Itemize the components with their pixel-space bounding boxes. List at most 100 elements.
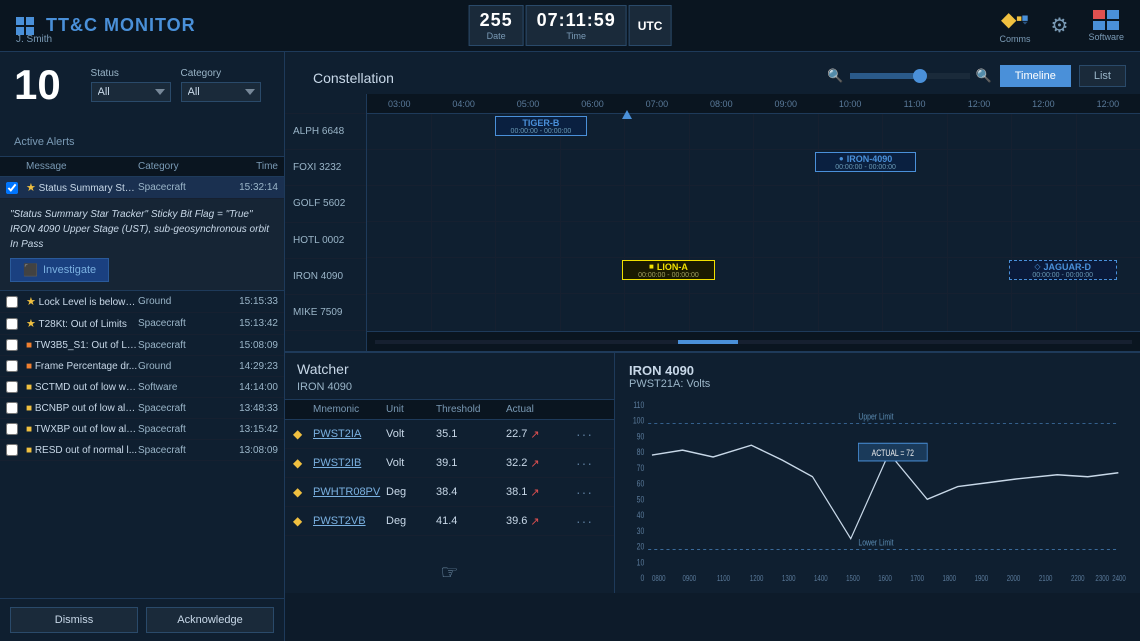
alert-category: Spacecraft — [138, 340, 218, 351]
table-row[interactable]: ■ BCNBP out of low ala... Spacecraft 13:… — [0, 398, 284, 419]
investigate-button[interactable]: ⬛ Investigate — [10, 258, 109, 282]
zoom-out-icon[interactable]: 🔍 — [827, 68, 843, 84]
bottom-panels: Watcher IRON 4090 Mnemonic Unit Threshol… — [285, 352, 1140, 593]
right-panel: Constellation 🔍 🔍 Timeline List — [285, 52, 1140, 641]
acknowledge-button[interactable]: Acknowledge — [146, 607, 274, 633]
alert-category: Spacecraft — [138, 318, 218, 329]
chart-tooltip-text: ACTUAL = 72 — [872, 448, 914, 458]
alert-checkbox[interactable] — [6, 444, 18, 456]
list-item[interactable]: ◆ PWHTR08PV Deg 38.4 38.1↗ ··· — [285, 478, 614, 507]
mnemonic-link[interactable]: PWST2VB — [313, 515, 386, 527]
alert-checkbox[interactable] — [6, 296, 18, 308]
y-label: 40 — [637, 510, 645, 520]
watcher-title: Watcher — [285, 353, 614, 381]
square-icon: ■ — [26, 361, 32, 372]
zoom-slider[interactable] — [850, 73, 970, 79]
chart-panel: IRON 4090 PWST21A: Volts 110 100 90 80 7… — [615, 353, 1140, 593]
timeline-view-button[interactable]: Timeline — [1000, 65, 1071, 87]
zoom-in-icon[interactable]: 🔍 — [976, 68, 992, 84]
more-options-button[interactable]: ··· — [576, 455, 606, 471]
mnemonic-header: Mnemonic — [313, 404, 386, 415]
unit-value: Volt — [386, 428, 436, 440]
dismiss-button[interactable]: Dismiss — [10, 607, 138, 633]
x-label: 0900 — [683, 575, 697, 583]
tick: 12:00 — [1076, 94, 1140, 113]
alert-message: ★ Status Summary Star... — [26, 181, 138, 194]
gear-icon-item[interactable]: ⚙ — [1051, 13, 1069, 38]
table-row[interactable]: ★ T28Kt: Out of Limits Spacecraft 15:13:… — [0, 313, 284, 335]
x-label: 1400 — [814, 575, 828, 583]
alert-time: 15:15:33 — [218, 296, 278, 307]
alert-checkbox[interactable] — [6, 423, 18, 435]
table-row[interactable]: ■ SCTMD out of low wa... Software 14:14:… — [0, 377, 284, 398]
list-item[interactable]: ◆ PWST2VB Deg 41.4 39.6↗ ··· — [285, 507, 614, 536]
table-row[interactable]: ★ Lock Level is below li... Ground 15:15… — [0, 291, 284, 313]
list-item[interactable]: ◆ PWST2IB Volt 39.1 32.2↗ ··· — [285, 449, 614, 478]
tick: 12:00 — [947, 94, 1011, 113]
table-row[interactable]: ★ Status Summary Star... Spacecraft 15:3… — [0, 177, 284, 199]
date-value: 255 — [480, 10, 513, 31]
alert-checkbox[interactable] — [6, 339, 18, 351]
alert-category: Ground — [138, 296, 218, 307]
alerts-count: 10 — [14, 64, 75, 106]
timeline-item[interactable]: ■ LION-A 00:00:00 - 00:00:00 — [622, 260, 715, 280]
watcher-footer: ☞ — [285, 552, 614, 593]
category-filter-select[interactable]: All Ground Spacecraft Software — [181, 82, 261, 102]
table-row[interactable]: ■ TW3B5_S1: Out of Lim... Spacecraft 15:… — [0, 335, 284, 356]
y-label: 20 — [637, 542, 645, 552]
watcher-table-header: Mnemonic Unit Threshold Actual — [285, 400, 614, 420]
unit-header: Unit — [386, 404, 436, 415]
timeline-item[interactable]: ● IRON-4090 00:00:00 - 00:00:00 — [815, 152, 915, 172]
star-icon: ★ — [26, 182, 36, 194]
trend-up-icon: ↗ — [530, 428, 539, 441]
table-row[interactable]: ■ RESD out of normal l... Spacecraft 13:… — [0, 440, 284, 461]
mnemonic-link[interactable]: PWST2IA — [313, 428, 386, 440]
alert-checkbox[interactable] — [6, 182, 18, 194]
tick: 11:00 — [882, 94, 946, 113]
list-item[interactable]: ◆ PWST2IA Volt 35.1 22.7↗ ··· — [285, 420, 614, 449]
timeline-scrollbar[interactable] — [367, 331, 1140, 351]
status-filter-select[interactable]: All New Acknowledged — [91, 82, 171, 102]
timeline-item[interactable]: TIGER-B 00:00:00 - 00:00:00 — [495, 116, 588, 136]
logo-grid — [16, 17, 34, 35]
alert-checkbox[interactable] — [6, 318, 18, 330]
actual-value: 32.2↗ — [506, 457, 576, 470]
trend-up-icon: ↗ — [530, 457, 539, 470]
investigate-icon: ⬛ — [23, 263, 38, 277]
header-icons: Comms ⚙ Software — [1000, 8, 1124, 44]
date-label: Date — [480, 31, 513, 41]
alert-time: 15:32:14 — [218, 182, 278, 193]
mnemonic-link[interactable]: PWST2IB — [313, 457, 386, 469]
list-view-button[interactable]: List — [1079, 65, 1126, 87]
timeline-row-alph: TIGER-B 00:00:00 - 00:00:00 — [367, 114, 1140, 150]
timeline-item[interactable]: ◇ JAGUAR-D 00:00:00 - 00:00:00 — [1009, 260, 1117, 280]
alert-category: Spacecraft — [138, 182, 218, 193]
x-label: 1700 — [910, 575, 924, 583]
chart-subtitle: PWST21A: Volts — [629, 378, 1126, 390]
watcher-panel: Watcher IRON 4090 Mnemonic Unit Threshol… — [285, 353, 615, 593]
y-label: 50 — [637, 494, 645, 504]
tick: 06:00 — [560, 94, 624, 113]
y-label: 90 — [637, 431, 645, 441]
tick: 12:00 — [1011, 94, 1075, 113]
table-row[interactable]: ■ TWXBP out of low ala... Spacecraft 13:… — [0, 419, 284, 440]
alert-checkbox[interactable] — [6, 381, 18, 393]
comms-icon-item[interactable]: Comms — [1000, 8, 1031, 44]
trend-up-icon: ↗ — [530, 486, 539, 499]
more-options-button[interactable]: ··· — [576, 513, 606, 529]
time-value: 07:11:59 — [537, 10, 616, 31]
alert-checkbox[interactable] — [6, 402, 18, 414]
alert-checkbox[interactable] — [6, 360, 18, 372]
mnemonic-link[interactable]: PWHTR08PV — [313, 486, 386, 498]
category-filter-label: Category — [181, 68, 261, 79]
timeline-row-hotl — [367, 222, 1140, 258]
alert-time: 13:08:09 — [218, 445, 278, 456]
threshold-value: 41.4 — [436, 515, 506, 527]
more-options-button[interactable]: ··· — [576, 426, 606, 442]
table-row[interactable]: ■ Frame Percentage dr... Ground 14:29:23 — [0, 356, 284, 377]
alert-time: 15:08:09 — [218, 340, 278, 351]
software-icon-item[interactable]: Software — [1088, 10, 1124, 42]
more-options-button[interactable]: ··· — [576, 484, 606, 500]
trend-up-icon: ↗ — [530, 515, 539, 528]
x-label: 1500 — [846, 575, 860, 583]
